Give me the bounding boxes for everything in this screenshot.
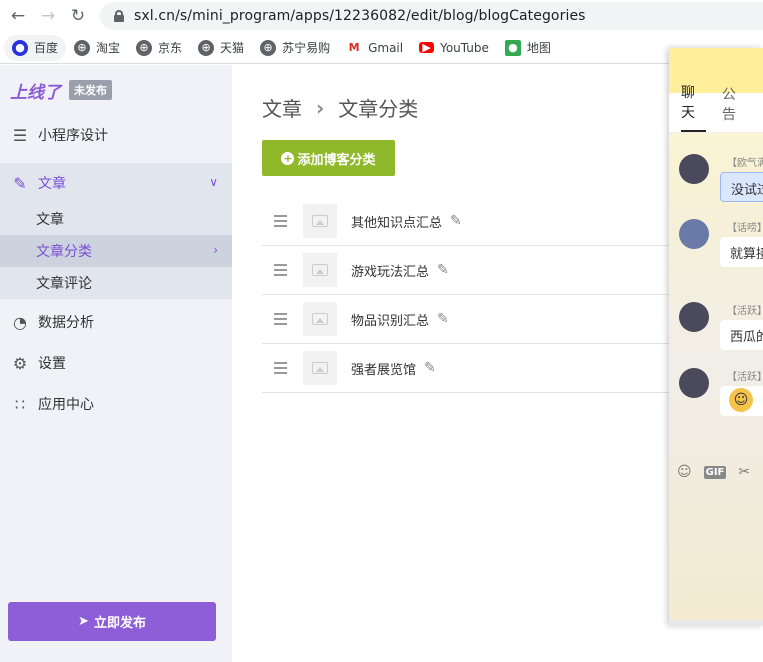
reload-icon[interactable]: ↻ <box>66 4 90 28</box>
message-bubble: 没试过 <box>720 172 763 202</box>
drag-handle-icon[interactable] <box>274 313 287 325</box>
category-name: 游戏玩法汇总 <box>351 264 430 280</box>
sidebar-item-articles[interactable]: ✎ 文章 ∨ <box>0 163 232 203</box>
image-placeholder[interactable] <box>303 351 337 385</box>
sidebar-item-label: 数据分析 <box>38 315 94 331</box>
brand-logo[interactable]: 上线了 <box>10 78 61 103</box>
sidebar-item-label: 应用中心 <box>38 397 94 413</box>
bookmark-maps[interactable]: ● 地图 <box>497 35 559 61</box>
bookmark-jd[interactable]: ⊕ 京东 <box>128 35 190 61</box>
address-bar[interactable]: sxl.cn/s/mini_program/apps/12236082/edit… <box>100 2 763 30</box>
pencil-icon[interactable]: ✎ <box>437 311 449 327</box>
user-tag: 【活跃】 <box>727 306 763 317</box>
publish-button[interactable]: ➤ 立即发布 <box>8 602 216 641</box>
sidebar-subitem-articles[interactable]: 文章 <box>0 203 232 235</box>
browser-toolbar: ← → ↻ sxl.cn/s/mini_program/apps/1223608… <box>0 0 763 32</box>
sidebar-item-settings[interactable]: ⚙ 设置 <box>0 343 232 383</box>
apps-icon: ∷ <box>14 394 26 414</box>
image-placeholder[interactable] <box>303 302 337 336</box>
bookmark-gmail[interactable]: M Gmail <box>338 35 411 61</box>
category-name: 强者展览馆 <box>351 362 417 378</box>
back-arrow-icon[interactable]: ← <box>6 4 30 28</box>
chat-tabs: 聊天 公告 <box>669 85 763 133</box>
add-category-button[interactable]: + 添加博客分类 <box>262 140 395 176</box>
bookmark-taobao[interactable]: ⊕ 淘宝 <box>66 35 128 61</box>
chevron-right-icon: › <box>316 95 325 120</box>
chat-footer <box>669 620 763 626</box>
layers-icon: ☰ <box>12 125 28 145</box>
pencil-icon[interactable]: ✎ <box>437 262 449 278</box>
sidebar-subitem-comments[interactable]: 文章评论 <box>0 267 232 299</box>
chevron-down-icon: ∨ <box>209 175 218 189</box>
sidebar: 上线了 未发布 ☰ 小程序设计 ✎ 文章 ∨ 文章 文章分类 › 文章评论 ◔ … <box>0 65 232 662</box>
plus-icon: + <box>281 151 295 165</box>
drag-handle-icon[interactable] <box>274 264 287 276</box>
avatar[interactable] <box>679 368 709 398</box>
category-name: 其他知识点汇总 <box>351 215 443 231</box>
brand: 上线了 未发布 <box>0 65 232 115</box>
chat-panel: 聊天 公告 【欧气满 没试过 【话唠】 就算接 【活跃】 西瓜的 【活跃】 ☺ … <box>669 48 763 626</box>
image-icon <box>312 264 328 276</box>
sidebar-item-analytics[interactable]: ◔ 数据分析 <box>0 302 232 342</box>
pie-chart-icon: ◔ <box>13 312 27 332</box>
avatar[interactable] <box>679 154 709 184</box>
avatar[interactable] <box>679 219 709 249</box>
baidu-icon: ● <box>12 39 28 56</box>
message-bubble: 西瓜的 <box>720 320 763 350</box>
rocket-icon: ➤ <box>78 614 89 629</box>
sidebar-item-label: 小程序设计 <box>38 128 108 144</box>
lock-icon <box>114 10 124 22</box>
message-bubble: 就算接 <box>720 237 763 267</box>
drag-handle-icon[interactable] <box>274 362 287 374</box>
maps-icon: ● <box>504 39 521 56</box>
drag-handle-icon[interactable] <box>274 215 287 227</box>
pencil-icon[interactable]: ✎ <box>424 360 436 376</box>
pencil-icon[interactable]: ✎ <box>450 213 462 229</box>
tab-announcement[interactable]: 公告 <box>722 84 747 132</box>
feather-icon: ✎ <box>13 173 27 193</box>
breadcrumb: 文章 › 文章分类 <box>262 93 418 122</box>
image-icon <box>312 215 328 227</box>
youtube-icon: ▶ <box>419 41 435 54</box>
image-icon <box>312 362 328 374</box>
bookmark-tmall[interactable]: ⊕ 天猫 <box>190 35 252 61</box>
sidebar-item-label: 设置 <box>38 356 66 372</box>
breadcrumb-item[interactable]: 文章 <box>262 93 302 122</box>
forward-arrow-icon[interactable]: → <box>36 4 60 28</box>
globe-icon: ⊕ <box>260 39 277 56</box>
sidebar-item-label: 文章 <box>38 176 66 192</box>
globe-icon: ⊕ <box>74 39 91 56</box>
sticker-emoji-icon: ☺ <box>729 388 753 412</box>
image-placeholder[interactable] <box>303 204 337 238</box>
globe-icon: ⊕ <box>198 39 215 56</box>
user-tag: 【活跃】 <box>727 372 763 383</box>
gmail-icon: M <box>348 41 360 54</box>
category-name: 物品识别汇总 <box>351 313 430 329</box>
scissors-icon[interactable]: ✂ <box>738 464 750 480</box>
sidebar-item-app-center[interactable]: ∷ 应用中心 <box>0 384 232 424</box>
bookmarks-bar: ● 百度 ⊕ 淘宝 ⊕ 京东 ⊕ 天猫 ⊕ 苏宁易购 M Gmail ▶ YouTube ● 地… <box>0 32 763 64</box>
gif-icon[interactable]: GIF <box>703 465 727 479</box>
chevron-right-icon: › <box>213 243 218 257</box>
chat-toolbar: ☺ GIF ✂ <box>677 464 750 480</box>
breadcrumb-current: 文章分类 <box>338 97 419 121</box>
user-tag: 【欧气满 <box>727 158 763 169</box>
url-text[interactable]: sxl.cn/s/mini_program/apps/12236082/edit… <box>134 8 586 24</box>
sidebar-subitem-categories[interactable]: 文章分类 › <box>0 235 232 267</box>
tab-chat[interactable]: 聊天 <box>681 82 706 132</box>
globe-icon: ⊕ <box>136 39 153 56</box>
bookmark-baidu[interactable]: ● 百度 <box>4 34 67 61</box>
image-icon <box>312 313 328 325</box>
sidebar-item-design[interactable]: ☰ 小程序设计 <box>0 115 232 155</box>
avatar[interactable] <box>679 302 709 332</box>
status-badge: 未发布 <box>69 80 112 100</box>
bookmark-youtube[interactable]: ▶ YouTube <box>411 35 497 61</box>
bookmark-suning[interactable]: ⊕ 苏宁易购 <box>252 35 338 61</box>
gear-icon: ⚙ <box>12 353 28 373</box>
user-tag: 【话唠】 <box>727 223 763 234</box>
smiley-icon[interactable]: ☺ <box>677 464 692 480</box>
image-placeholder[interactable] <box>303 253 337 287</box>
